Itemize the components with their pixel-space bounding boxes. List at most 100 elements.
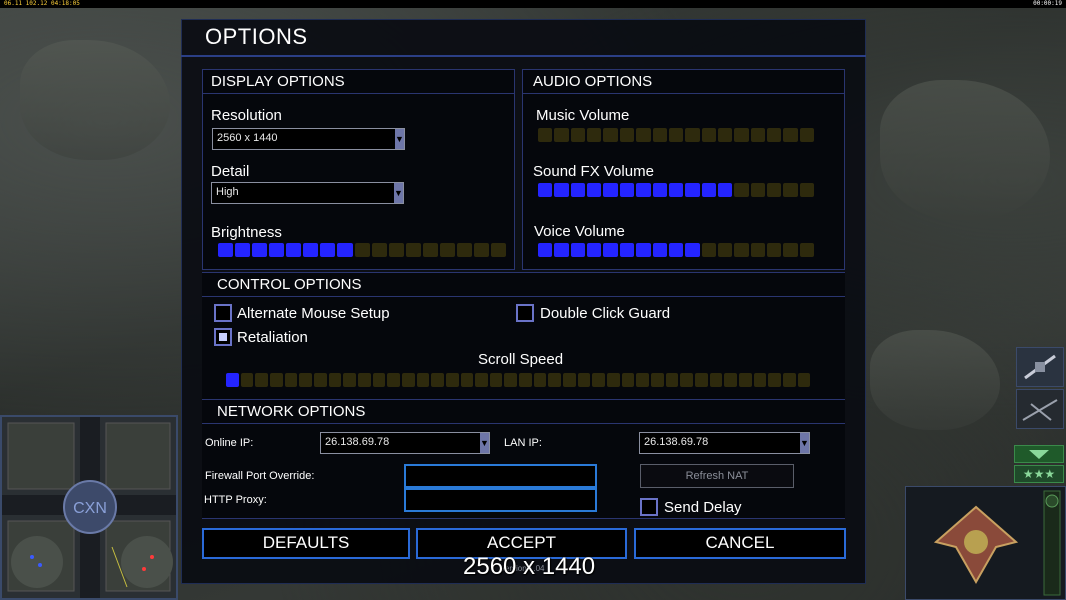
slider-segment[interactable] xyxy=(313,373,327,387)
lan-ip-dropdown[interactable]: 26.138.69.78 ▼ xyxy=(639,432,810,454)
slider-segment[interactable] xyxy=(768,373,781,387)
slider-segment[interactable] xyxy=(701,183,716,197)
slider-segment[interactable] xyxy=(422,243,438,257)
slider-segment[interactable] xyxy=(695,373,708,387)
slider-segment[interactable] xyxy=(668,128,684,142)
slider-segment[interactable] xyxy=(636,183,651,197)
slider-segment[interactable] xyxy=(607,373,620,387)
slider-segment[interactable] xyxy=(592,373,606,387)
slider-segment[interactable] xyxy=(717,243,733,257)
unit-portrait-aircraft[interactable] xyxy=(1016,389,1064,429)
music-volume-slider[interactable] xyxy=(538,128,815,142)
slider-segment[interactable] xyxy=(750,128,766,142)
slider-segment[interactable] xyxy=(320,243,336,257)
slider-segment[interactable] xyxy=(554,128,569,142)
send-delay-checkbox[interactable] xyxy=(640,498,658,516)
slider-segment[interactable] xyxy=(577,373,591,387)
slider-segment[interactable] xyxy=(797,373,811,387)
slider-segment[interactable] xyxy=(750,243,766,257)
slider-segment[interactable] xyxy=(724,373,737,387)
slider-segment[interactable] xyxy=(303,243,319,257)
slider-segment[interactable] xyxy=(734,183,749,197)
slider-segment[interactable] xyxy=(767,243,782,257)
slider-segment[interactable] xyxy=(445,373,459,387)
slider-segment[interactable] xyxy=(750,183,766,197)
slider-segment[interactable] xyxy=(636,128,651,142)
slider-segment[interactable] xyxy=(269,373,283,387)
detail-dropdown[interactable]: High ▼ xyxy=(211,182,404,204)
slider-segment[interactable] xyxy=(439,243,455,257)
slider-segment[interactable] xyxy=(621,373,635,387)
slider-segment[interactable] xyxy=(548,373,562,387)
slider-segment[interactable] xyxy=(753,373,767,387)
slider-segment[interactable] xyxy=(489,373,503,387)
voice-volume-slider[interactable] xyxy=(538,243,815,257)
slider-segment[interactable] xyxy=(354,243,370,257)
slider-segment[interactable] xyxy=(587,243,602,257)
slider-segment[interactable] xyxy=(783,243,798,257)
http-proxy-input[interactable] xyxy=(404,488,597,512)
double-click-guard-checkbox[interactable] xyxy=(516,304,534,322)
slider-segment[interactable] xyxy=(554,243,569,257)
slider-segment[interactable] xyxy=(783,128,798,142)
slider-segment[interactable] xyxy=(554,183,569,197)
slider-segment[interactable] xyxy=(685,128,700,142)
minimap[interactable]: CXN xyxy=(0,415,178,600)
chevron-down-icon[interactable] xyxy=(1014,445,1064,463)
slider-segment[interactable] xyxy=(388,243,404,257)
slider-segment[interactable] xyxy=(636,243,651,257)
slider-segment[interactable] xyxy=(416,373,430,387)
slider-segment[interactable] xyxy=(636,373,650,387)
slider-segment[interactable] xyxy=(783,183,798,197)
slider-segment[interactable] xyxy=(460,373,474,387)
slider-segment[interactable] xyxy=(619,243,635,257)
slider-segment[interactable] xyxy=(538,183,553,197)
slider-segment[interactable] xyxy=(240,373,254,387)
slider-segment[interactable] xyxy=(431,373,444,387)
slider-segment[interactable] xyxy=(255,373,268,387)
brightness-slider[interactable] xyxy=(218,243,507,257)
slider-segment[interactable] xyxy=(473,243,489,257)
slider-segment[interactable] xyxy=(286,243,302,257)
resolution-dropdown[interactable]: 2560 x 1440 ▼ xyxy=(212,128,405,150)
sfx-volume-slider[interactable] xyxy=(538,183,815,197)
unit-portrait-satellite[interactable] xyxy=(1016,347,1064,387)
slider-segment[interactable] xyxy=(269,243,285,257)
slider-segment[interactable] xyxy=(235,243,251,257)
slider-segment[interactable] xyxy=(717,128,733,142)
firewall-port-input[interactable] xyxy=(404,464,597,488)
slider-segment[interactable] xyxy=(767,183,782,197)
chevron-down-icon[interactable]: ▼ xyxy=(395,129,404,149)
refresh-nat-button[interactable]: Refresh NAT xyxy=(640,464,794,488)
slider-segment[interactable] xyxy=(475,373,488,387)
slider-segment[interactable] xyxy=(619,183,635,197)
slider-segment[interactable] xyxy=(252,243,268,257)
slider-segment[interactable] xyxy=(651,373,664,387)
slider-segment[interactable] xyxy=(652,128,667,142)
slider-segment[interactable] xyxy=(619,128,635,142)
slider-segment[interactable] xyxy=(570,183,586,197)
chevron-down-icon[interactable]: ▼ xyxy=(394,183,403,203)
slider-segment[interactable] xyxy=(570,128,586,142)
slider-segment[interactable] xyxy=(587,183,602,197)
slider-segment[interactable] xyxy=(738,373,752,387)
slider-segment[interactable] xyxy=(734,128,749,142)
slider-segment[interactable] xyxy=(504,373,518,387)
slider-segment[interactable] xyxy=(328,373,342,387)
cancel-button[interactable]: CANCEL xyxy=(634,528,846,559)
slider-segment[interactable] xyxy=(299,373,312,387)
slider-segment[interactable] xyxy=(371,243,387,257)
slider-segment[interactable] xyxy=(563,373,576,387)
chevron-down-icon[interactable]: ▼ xyxy=(800,433,809,453)
slider-segment[interactable] xyxy=(668,183,684,197)
online-ip-dropdown[interactable]: 26.138.69.78 ▼ xyxy=(320,432,490,454)
chevron-down-icon[interactable]: ▼ xyxy=(480,433,489,453)
slider-segment[interactable] xyxy=(218,243,234,257)
slider-segment[interactable] xyxy=(734,243,749,257)
defaults-button[interactable]: DEFAULTS xyxy=(202,528,410,559)
slider-segment[interactable] xyxy=(652,243,667,257)
slider-segment[interactable] xyxy=(519,373,532,387)
slider-segment[interactable] xyxy=(799,243,815,257)
slider-segment[interactable] xyxy=(538,128,553,142)
slider-segment[interactable] xyxy=(491,243,507,257)
